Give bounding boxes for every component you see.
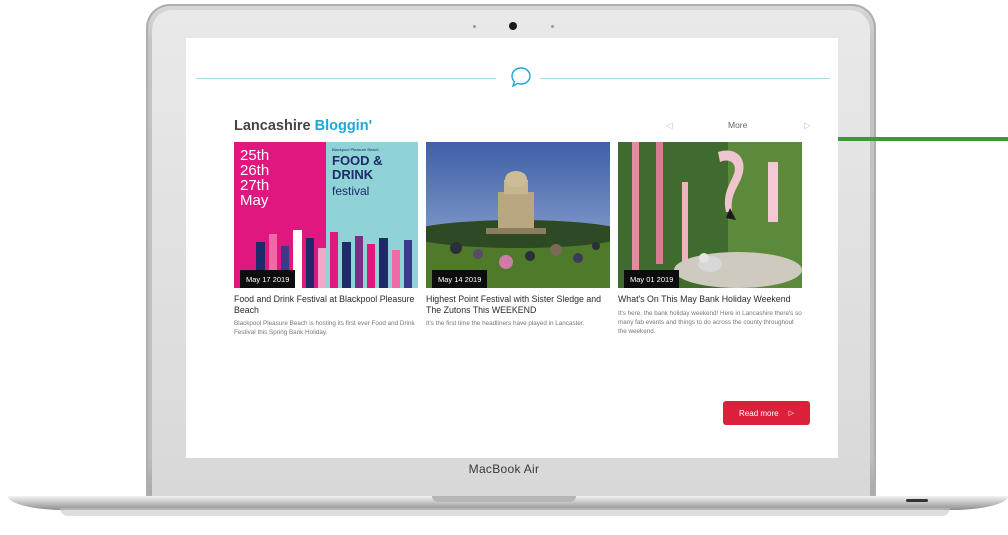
poster-date-line: 26th — [240, 162, 270, 179]
post-image[interactable]: May 14 2019 — [426, 142, 610, 288]
flamingo-photo-image — [618, 142, 802, 288]
post-title[interactable]: What's On This May Bank Holiday Weekend — [618, 294, 802, 305]
post-title[interactable]: Highest Point Festival with Sister Sledg… — [426, 294, 610, 315]
laptop-port — [906, 499, 928, 502]
poster-heading: FOOD & DRINK — [332, 154, 383, 182]
post-date-badge: May 17 2019 — [240, 270, 296, 288]
prev-arrow-icon[interactable]: ◁ — [666, 120, 673, 131]
poster-heading-line: DRINK — [332, 167, 374, 182]
more-link[interactable]: More — [728, 120, 747, 130]
blog-card[interactable]: 25th 26th 27th May Blackpool Pleasure Be… — [234, 142, 418, 337]
next-arrow-icon[interactable]: ▷ — [804, 120, 811, 131]
chat-bubble-icon — [511, 67, 531, 88]
laptop-screen: Lancashire Bloggin' ◁ More ▷ 25th 26th 2… — [186, 38, 838, 458]
post-image[interactable]: 25th 26th 27th May Blackpool Pleasure Be… — [234, 142, 418, 288]
poster-date-line: 25th — [240, 147, 270, 164]
blog-card[interactable]: May 14 2019 Highest Point Festival with … — [426, 142, 610, 328]
sensor-dot — [473, 25, 476, 28]
post-excerpt: Blackpool Pleasure Beach is hosting its … — [234, 320, 415, 336]
read-more-button[interactable]: Read more ▷ — [723, 401, 810, 425]
sensor-dot — [551, 25, 554, 28]
post-date-badge: May 14 2019 — [432, 270, 488, 288]
festival-photo-image — [426, 142, 610, 288]
pointer-line — [828, 137, 1008, 141]
poster-date-line: 27th — [240, 177, 270, 194]
play-arrow-icon: ▷ — [788, 410, 794, 417]
camera-icon — [509, 22, 517, 30]
post-image[interactable]: May 01 2019 — [618, 142, 802, 288]
laptop-notch — [432, 496, 576, 502]
divider-right — [540, 78, 830, 79]
poster-venue: Blackpool Pleasure Beach — [332, 147, 379, 152]
post-title[interactable]: Food and Drink Festival at Blackpool Ple… — [234, 294, 418, 315]
section-title-accent: Bloggin' — [314, 118, 373, 134]
section-title: Lancashire Bloggin' — [234, 118, 372, 134]
blog-card[interactable]: May 01 2019 What's On This May Bank Holi… — [618, 142, 802, 336]
poster-date-line: May — [240, 192, 269, 209]
divider-left — [196, 78, 496, 79]
laptop-shadow — [60, 508, 950, 516]
poster-heading-line: FOOD & — [332, 153, 383, 168]
post-excerpt: It's the first time the headliners have … — [426, 320, 585, 327]
section-title-main: Lancashire — [234, 118, 311, 134]
poster-dates: 25th 26th 27th May — [240, 148, 269, 208]
post-date-badge: May 01 2019 — [624, 270, 680, 288]
poster-subheading: festival — [332, 184, 370, 198]
post-excerpt: It's here, the bank holiday weekend! Her… — [618, 309, 802, 335]
read-more-label: Read more — [739, 408, 779, 418]
laptop-model-label: MacBook Air — [468, 462, 540, 476]
